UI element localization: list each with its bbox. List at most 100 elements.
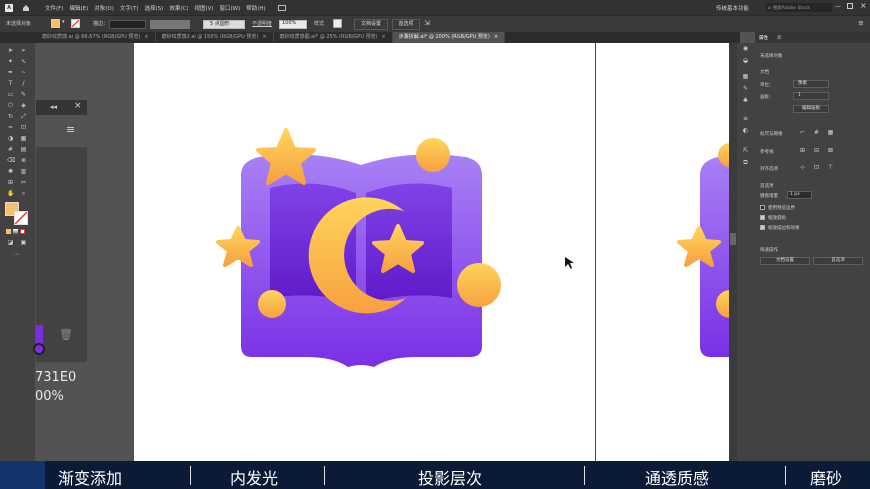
rotate-tool-icon[interactable]: ↻ — [7, 113, 14, 120]
grid-toggle-icon[interactable]: # — [813, 129, 820, 136]
search-field[interactable]: ⌕ 搜索Adobe Stock — [766, 3, 832, 12]
menu-file[interactable]: 文件(F) — [45, 4, 63, 12]
variable-width-field[interactable] — [150, 20, 190, 29]
tab-doc-1[interactable]: 磨砂纹质感.ai @ 66.67% (RGB/GPU 预览) × — [36, 32, 156, 43]
draw-mode-icon[interactable]: ◪ — [7, 239, 14, 246]
stroke-swatch[interactable] — [71, 19, 80, 28]
rectangle-tool-icon[interactable]: ▭ — [7, 91, 14, 98]
maximize-icon[interactable] — [847, 3, 853, 9]
gradient-tool-icon[interactable]: ▤ — [20, 146, 27, 153]
style-swatch[interactable] — [333, 19, 342, 28]
shape-builder-icon[interactable]: ◑ — [7, 135, 14, 142]
scroll-thumb[interactable] — [730, 233, 736, 245]
stroke-weight-field[interactable] — [109, 20, 146, 29]
close-icon[interactable]: × — [494, 32, 498, 43]
menu-type[interactable]: 文字(T) — [120, 4, 139, 12]
document-setup-button[interactable]: 文档设置 — [354, 19, 388, 30]
shaper-tool-icon[interactable]: ⬠ — [7, 102, 14, 109]
symbol-sprayer-icon[interactable]: ✺ — [7, 168, 14, 175]
minimize-icon[interactable]: — — [835, 3, 841, 10]
color-mode-color[interactable] — [6, 229, 11, 234]
eyedropper-icon[interactable]: ⌫ — [7, 157, 15, 164]
use-preview-bounds-checkbox[interactable] — [760, 205, 765, 210]
screen-mode-icon[interactable]: ▣ — [20, 239, 27, 246]
color-mode-gradient[interactable] — [13, 229, 18, 234]
panel-tab[interactable] — [36, 115, 87, 147]
snap-pixel-icon[interactable]: ⊡ — [813, 164, 820, 171]
tab-doc-4[interactable]: 步骤拆解.ai* @ 200% (RGB/GPU 预览) × — [392, 32, 506, 43]
artboard-tool-icon[interactable]: ⊞ — [7, 179, 14, 186]
panel-menu-icon[interactable]: ≡ — [858, 19, 864, 27]
tab-doc-3[interactable]: 磨砂纹质感图.ai* @ 25% (RGB/GPU 预览) × — [274, 32, 393, 43]
edit-artboard-button[interactable]: 编辑画板 — [793, 105, 829, 113]
width-tool-icon[interactable]: ≈ — [7, 124, 14, 131]
eraser-tool-icon[interactable]: ◈ — [20, 102, 27, 109]
menu-window[interactable]: 窗口(W) — [220, 4, 241, 12]
close-icon[interactable]: × — [382, 32, 386, 43]
scale-tool-icon[interactable]: ⤢ — [20, 113, 27, 120]
tab-properties[interactable]: 属性 — [759, 35, 768, 41]
artboard-dropdown[interactable]: 1 — [793, 92, 829, 100]
tab-libraries[interactable]: 库 — [777, 35, 782, 41]
opacity-label[interactable]: 不透明度 — [252, 20, 272, 27]
transparency-icon[interactable]: ◐ — [742, 127, 749, 134]
collapse-icon[interactable]: ◂◂ — [50, 103, 57, 111]
smart-guides-icon[interactable]: ⊠ — [827, 147, 834, 154]
artboard-canvas[interactable] — [134, 43, 744, 461]
lasso-icon[interactable]: ∿ — [20, 58, 27, 65]
keyboard-increment-field[interactable]: 1 px — [787, 191, 812, 199]
workspace-switcher[interactable]: 传统基本功能 — [716, 4, 749, 12]
scale-corners-checkbox[interactable] — [760, 215, 765, 220]
menu-help[interactable]: 帮助(H) — [246, 4, 265, 12]
chevron-down-icon[interactable]: ▾ — [62, 19, 65, 25]
transparency-grid-icon[interactable]: ▦ — [827, 129, 834, 136]
arrange-docs-icon[interactable] — [277, 4, 286, 11]
panel-menu-icon[interactable]: ≡ — [66, 123, 75, 136]
menu-select[interactable]: 选择(S) — [145, 4, 164, 12]
export-icon[interactable]: ⇱ — [742, 147, 749, 154]
menu-object[interactable]: 对象(O) — [94, 4, 114, 12]
selection-tool-icon[interactable]: ➤ — [7, 47, 14, 54]
gradient-stop-marker[interactable] — [33, 343, 45, 355]
snap-glyph-icon[interactable]: ⊤ — [827, 164, 834, 171]
paintbrush-tool-icon[interactable]: ✎ — [20, 91, 27, 98]
magic-wand-icon[interactable]: ✦ — [7, 58, 14, 65]
brushes-icon[interactable]: ✎ — [742, 85, 749, 92]
snap-point-icon[interactable]: ⊹ — [799, 164, 806, 171]
trash-icon[interactable]: 🗑 — [59, 328, 73, 341]
more-tools-icon[interactable]: ⋯ — [13, 251, 20, 258]
zoom-tool-icon[interactable]: ⌕ — [20, 190, 27, 197]
free-transform-icon[interactable]: ⊡ — [20, 124, 27, 131]
color-mode-none[interactable] — [20, 229, 25, 234]
curvature-tool-icon[interactable]: ~ — [20, 69, 27, 76]
quick-doc-setup-button[interactable]: 文档设置 — [760, 257, 810, 265]
pen-tool-icon[interactable]: ✒ — [7, 69, 14, 76]
color-guide-icon[interactable]: ◒ — [742, 57, 749, 64]
swatches-icon[interactable]: ▦ — [742, 73, 749, 80]
graph-tool-icon[interactable]: ▥ — [20, 168, 27, 175]
close-icon[interactable]: × — [144, 32, 148, 43]
menu-edit[interactable]: 编辑(E) — [69, 4, 88, 12]
perspective-grid-icon[interactable]: ▦ — [20, 135, 27, 142]
line-tool-icon[interactable]: / — [20, 80, 27, 87]
close-icon[interactable]: × — [74, 101, 82, 111]
align-icon[interactable]: ⇲ — [424, 19, 430, 27]
stroke-color-swatch[interactable] — [14, 211, 28, 225]
links-icon[interactable]: ⧉ — [742, 159, 749, 166]
close-icon[interactable]: × — [860, 1, 867, 10]
lock-guides-icon[interactable]: ⊟ — [813, 147, 820, 154]
type-tool-icon[interactable]: T — [7, 80, 14, 87]
stroke-panel-icon[interactable]: ≡ — [742, 115, 749, 122]
fill-swatch[interactable] — [51, 19, 60, 28]
color-panel-icon[interactable]: ◉ — [742, 45, 749, 52]
tab-doc-2[interactable]: 磨砂纹质感2.ai @ 150% (RGB/GPU 预览) × — [156, 32, 274, 43]
menu-effect[interactable]: 效果(C) — [169, 4, 188, 12]
mesh-tool-icon[interactable]: # — [7, 146, 14, 153]
direct-selection-tool-icon[interactable]: ➢ — [20, 47, 27, 54]
slice-tool-icon[interactable]: ✂ — [20, 179, 27, 186]
hand-tool-icon[interactable]: ✋ — [7, 190, 14, 197]
ruler-toggle-icon[interactable]: ⌐ — [799, 129, 806, 136]
home-icon[interactable] — [22, 4, 30, 12]
blend-tool-icon[interactable]: ⊗ — [20, 157, 27, 164]
close-icon[interactable]: × — [262, 32, 266, 43]
